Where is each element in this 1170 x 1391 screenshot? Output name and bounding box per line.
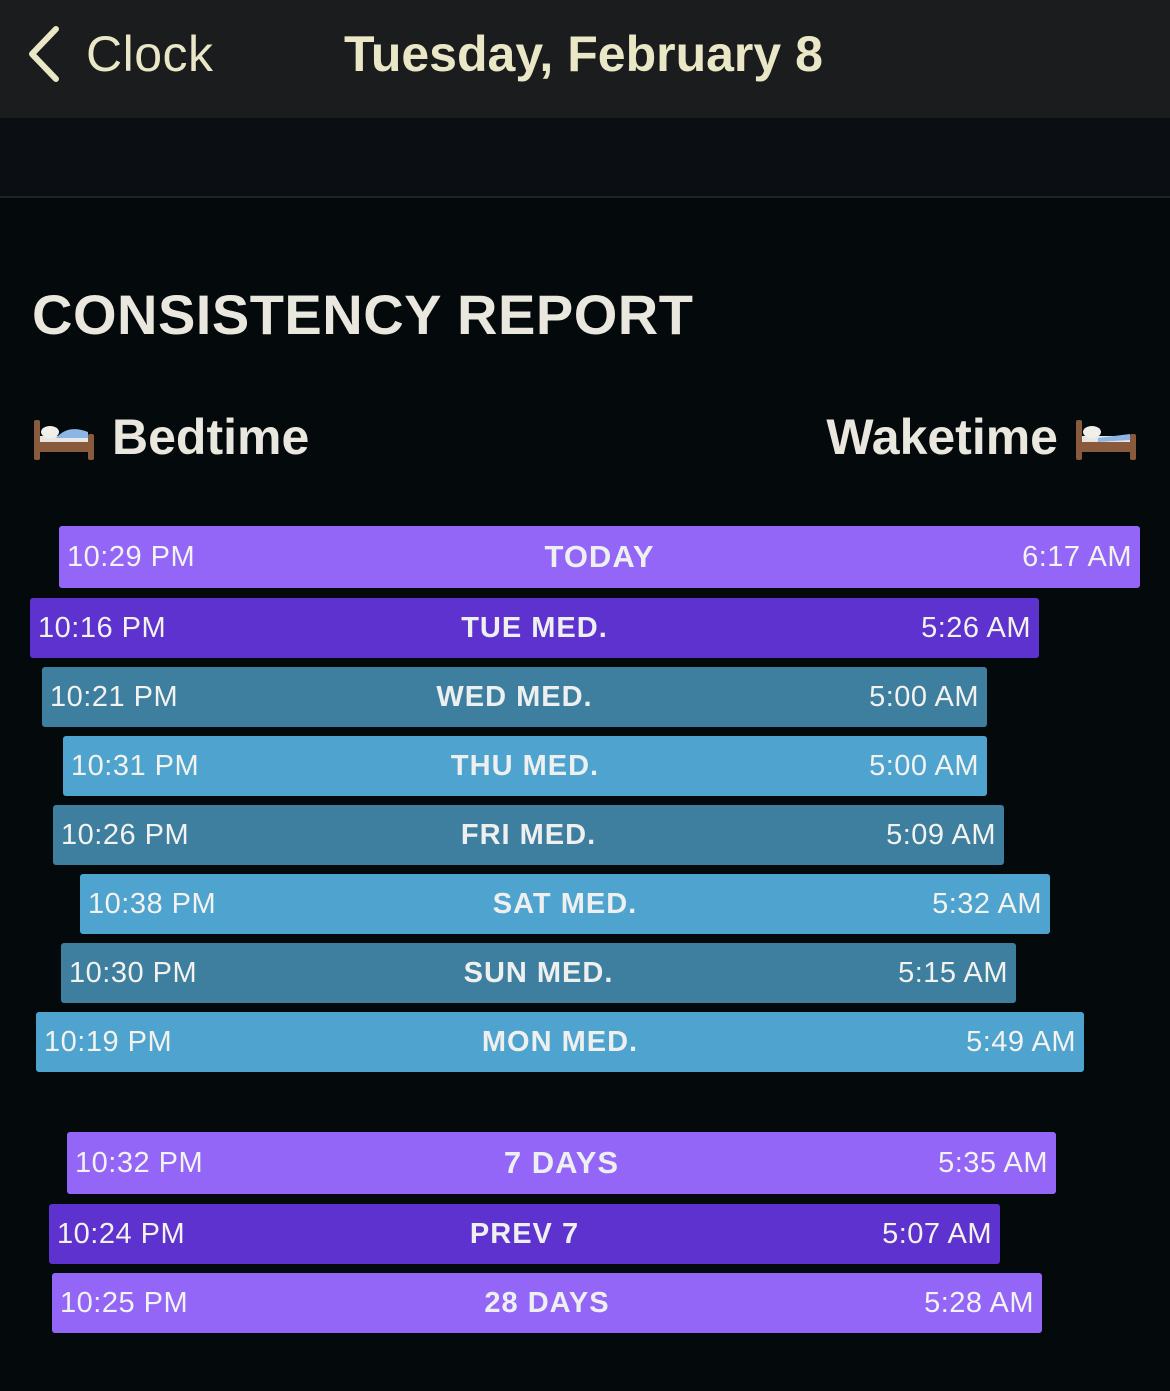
row-waketime: 5:26 AM xyxy=(921,611,1031,644)
navigation-bar: Clock Tuesday, February 8 xyxy=(0,0,1170,118)
back-button[interactable]: Clock xyxy=(24,22,214,86)
row-bedtime: 10:38 PM xyxy=(88,887,217,920)
row-waketime: 5:07 AM xyxy=(882,1217,992,1250)
summary-row-7-days[interactable]: 10:32 PM 7 DAYS 5:35 AM xyxy=(67,1132,1056,1194)
row-bedtime: 10:21 PM xyxy=(50,680,179,713)
row-label: FRI MED. xyxy=(460,818,597,851)
row-bedtime: 10:29 PM xyxy=(67,540,196,573)
row-label: THU MED. xyxy=(450,749,600,782)
row-label: 28 DAYS xyxy=(484,1286,610,1319)
row-waketime: 5:15 AM xyxy=(898,956,1008,989)
row-waketime: 5:49 AM xyxy=(966,1025,1076,1058)
row-bedtime: 10:19 PM xyxy=(44,1025,173,1058)
row-label: SAT MED. xyxy=(492,887,638,920)
report-title: CONSISTENCY REPORT xyxy=(32,283,694,346)
row-waketime: 6:17 AM xyxy=(1022,540,1132,573)
summary-row-28-days[interactable]: 10:25 PM 28 DAYS 5:28 AM xyxy=(52,1273,1042,1333)
row-label: PREV 7 xyxy=(469,1217,580,1250)
subheader-strip xyxy=(0,118,1170,198)
row-waketime: 5:32 AM xyxy=(932,887,1042,920)
bed-icon xyxy=(34,420,94,460)
report-row-tue-median[interactable]: 10:16 PM TUE MED. 5:26 AM xyxy=(30,598,1039,658)
summary-row-prev-7[interactable]: 10:24 PM PREV 7 5:07 AM xyxy=(49,1204,1000,1264)
report-row-sat-median[interactable]: 10:38 PM SAT MED. 5:32 AM xyxy=(80,874,1050,934)
waketime-legend: Waketime xyxy=(826,404,1138,470)
row-bedtime: 10:25 PM xyxy=(60,1286,189,1319)
row-bedtime: 10:26 PM xyxy=(61,818,190,851)
page-title: Tuesday, February 8 xyxy=(344,26,823,82)
row-label: MON MED. xyxy=(481,1025,639,1058)
report-row-thu-median[interactable]: 10:31 PM THU MED. 5:00 AM xyxy=(63,736,987,796)
back-button-label: Clock xyxy=(86,26,214,82)
row-waketime: 5:28 AM xyxy=(924,1286,1034,1319)
row-bedtime: 10:31 PM xyxy=(71,749,200,782)
row-waketime: 5:00 AM xyxy=(869,749,979,782)
row-label: WED MED. xyxy=(436,680,593,713)
report-row-sun-median[interactable]: 10:30 PM SUN MED. 5:15 AM xyxy=(61,943,1016,1003)
row-label: 7 DAYS xyxy=(503,1145,620,1180)
row-waketime: 5:35 AM xyxy=(938,1146,1048,1179)
row-label: SUN MED. xyxy=(463,956,614,989)
waketime-label: Waketime xyxy=(826,409,1058,465)
report-row-fri-median[interactable]: 10:26 PM FRI MED. 5:09 AM xyxy=(53,805,1004,865)
row-label: TUE MED. xyxy=(461,611,608,644)
chevron-left-icon xyxy=(29,26,59,82)
report-row-mon-median[interactable]: 10:19 PM MON MED. 5:49 AM xyxy=(36,1012,1084,1072)
row-bedtime: 10:30 PM xyxy=(69,956,198,989)
bedtime-legend: Bedtime xyxy=(32,404,309,470)
bed-icon xyxy=(1076,420,1136,460)
row-label: TODAY xyxy=(544,539,655,574)
report-row-wed-median[interactable]: 10:21 PM WED MED. 5:00 AM xyxy=(42,667,987,727)
row-bedtime: 10:16 PM xyxy=(38,611,167,644)
row-bedtime: 10:24 PM xyxy=(57,1217,186,1250)
bedtime-label: Bedtime xyxy=(112,409,310,465)
row-bedtime: 10:32 PM xyxy=(75,1146,204,1179)
report-row-today[interactable]: 10:29 PM TODAY 6:17 AM xyxy=(59,526,1140,588)
row-waketime: 5:00 AM xyxy=(869,680,979,713)
row-waketime: 5:09 AM xyxy=(886,818,996,851)
